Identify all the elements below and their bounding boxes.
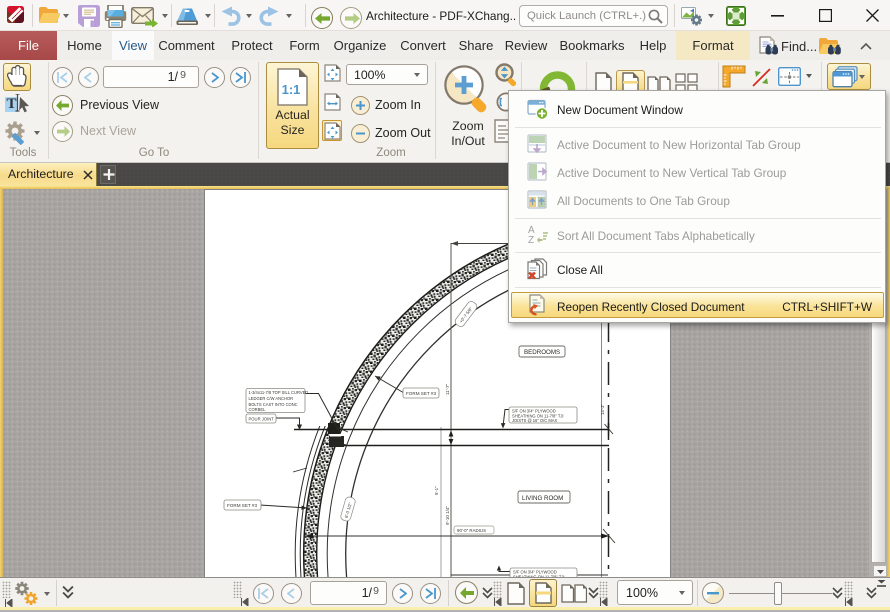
svg-text:11'-7": 11'-7" [445,383,450,395]
svg-text:FORM SET #3: FORM SET #3 [406,391,436,396]
svg-text:14'-3": 14'-3" [600,404,605,415]
svg-text:POUR JOINT: POUR JOINT [249,417,275,422]
svg-text:LEDGER C/W ANCHOR: LEDGER C/W ANCHOR [249,396,294,401]
svg-text:9'-10 1/4": 9'-10 1/4" [445,506,450,525]
svg-text:1:1: 1:1 [282,82,301,97]
svg-text:Z: Z [528,235,534,246]
svg-text:90'-0" RADIUS: 90'-0" RADIUS [457,528,486,533]
svg-text:LIVING ROOM: LIVING ROOM [522,495,563,502]
svg-text:BEDROOMS: BEDROOMS [524,349,560,356]
svg-text:FORM SET #3: FORM SET #3 [227,503,257,508]
svg-text:1-3/4x11-7/8 TOP SILL CURVED: 1-3/4x11-7/8 TOP SILL CURVED [249,390,309,395]
svg-text:CORBEL: CORBEL [249,407,267,412]
svg-text:JOISTS @ 16" O/C MAX: JOISTS @ 16" O/C MAX [512,418,557,423]
svg-text:5'-1": 5'-1" [434,486,439,495]
